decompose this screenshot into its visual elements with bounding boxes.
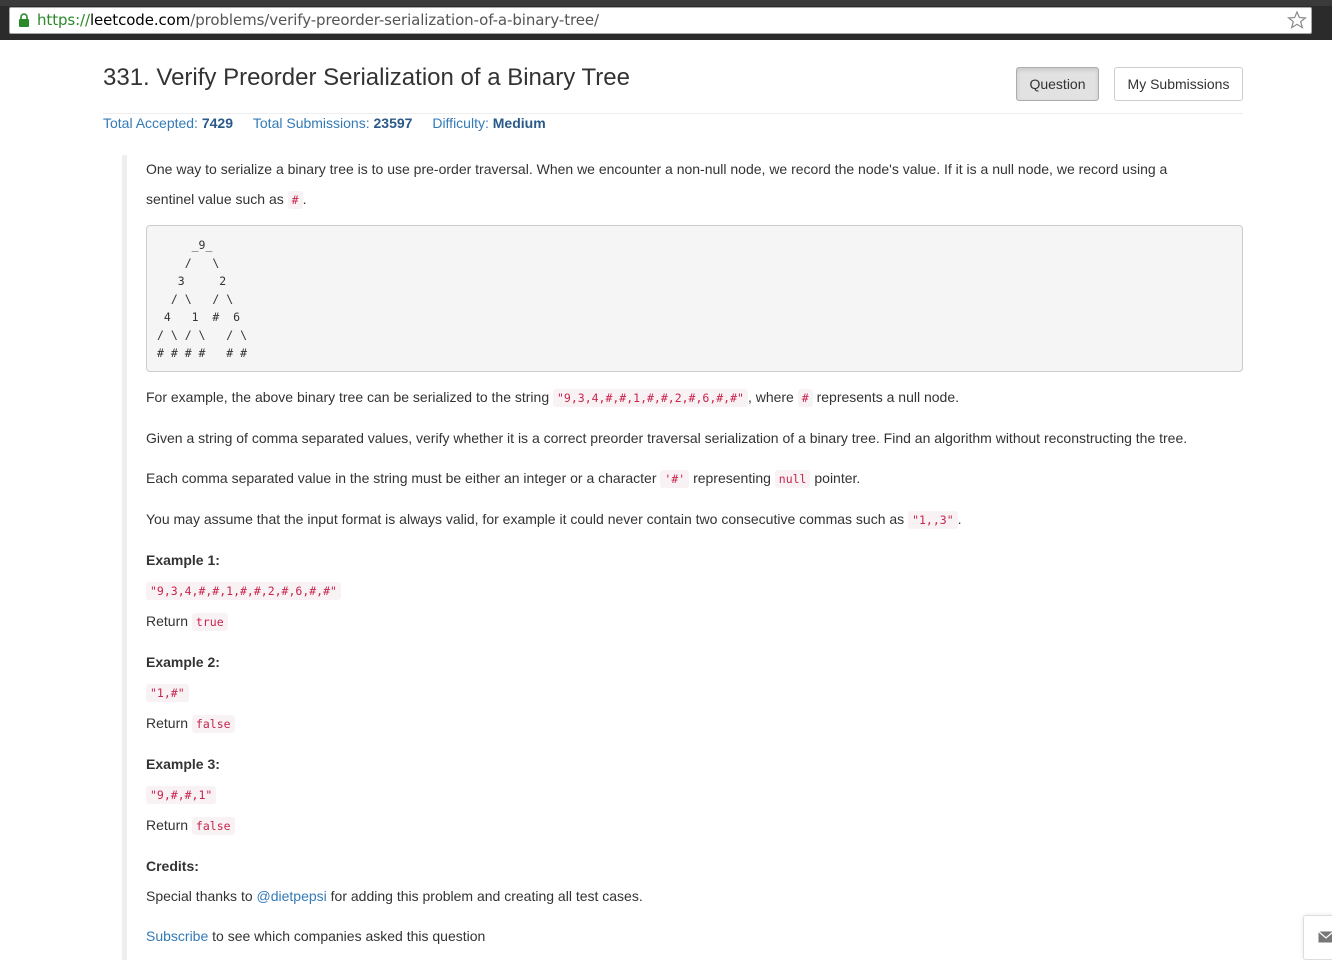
inline-code: "9,3,4,#,#,1,#,#,2,#,6,#,#" <box>553 389 748 407</box>
url-path: /problems/verify-preorder-serialization-… <box>190 11 599 29</box>
credits-post: for adding this problem and creating all… <box>330 888 643 904</box>
return-label: Return <box>146 817 189 833</box>
example-2-return-code: false <box>191 715 235 733</box>
inline-code: null <box>774 470 811 488</box>
example-1-input-code: "9,3,4,#,#,1,#,#,2,#,6,#,#" <box>146 582 341 600</box>
credits-text: Special thanks to @dietpepsi for adding … <box>146 888 643 904</box>
address-bar[interactable]: https://leetcode.com/problems/verify-pre… <box>9 7 1312 34</box>
example-3-input: "9,#,#,1" <box>146 786 217 804</box>
stat-accepted-label: Total Accepted: <box>103 115 198 131</box>
example-3-input-code: "9,#,#,1" <box>146 786 217 804</box>
example-3-heading: Example 3: <box>146 756 220 772</box>
inline-code: "1,,3" <box>908 511 958 529</box>
bookmark-star-icon[interactable] <box>1287 10 1307 30</box>
url-text[interactable]: https://leetcode.com/problems/verify-pre… <box>37 11 599 29</box>
example-paragraph: For example, the above binary tree can b… <box>146 389 960 407</box>
problem-stats: Total Accepted: 7429 Total Submissions: … <box>103 115 562 131</box>
stat-difficulty-label: Difficulty: <box>432 115 489 131</box>
example-text-post: represents a null node. <box>816 389 960 405</box>
inline-code: # <box>797 389 813 407</box>
intro-line-1: One way to serialize a binary tree is to… <box>146 161 1168 177</box>
stat-difficulty-value: Medium <box>492 115 546 131</box>
return-label: Return <box>146 613 189 629</box>
given-paragraph: Given a string of comma separated values… <box>146 430 1188 446</box>
subscribe-text: Subscribe to see which companies asked t… <box>146 928 485 944</box>
author-link[interactable]: @dietpepsi <box>257 888 327 904</box>
browser-toolbar: https://leetcode.com/problems/verify-pre… <box>0 0 1332 40</box>
each-text-mid: representing <box>693 470 771 486</box>
mail-icon <box>1318 931 1332 943</box>
subscribe-desc: to see which companies asked this questi… <box>212 928 486 944</box>
subscribe-link[interactable]: Subscribe <box>146 928 208 944</box>
example-1-input: "9,3,4,#,#,1,#,#,2,#,6,#,#" <box>146 582 341 600</box>
assume-paragraph: You may assume that the input format is … <box>146 511 962 529</box>
stat-submissions: Total Submissions: 23597 <box>253 115 413 131</box>
stat-submissions-value: 23597 <box>373 115 413 131</box>
assume-text-post: . <box>957 511 962 527</box>
example-text-pre: For example, the above binary tree can b… <box>146 389 550 405</box>
example-1-heading: Example 1: <box>146 552 220 568</box>
question-button[interactable]: Question <box>1016 67 1099 101</box>
url-host: leetcode.com <box>89 11 191 29</box>
example-2-input: "1,#" <box>146 684 189 702</box>
example-1-return-code: true <box>191 613 228 631</box>
my-submissions-button[interactable]: My Submissions <box>1114 67 1243 101</box>
inline-code: '#' <box>660 470 690 488</box>
example-3-return-code: false <box>191 817 235 835</box>
each-paragraph: Each comma separated value in the string… <box>146 470 861 488</box>
url-scheme: https:// <box>37 11 90 29</box>
credits-heading: Credits: <box>146 858 199 874</box>
stat-difficulty: Difficulty: Medium <box>432 115 545 131</box>
example-2-input-code: "1,#" <box>146 684 189 702</box>
assume-text-pre: You may assume that the input format is … <box>146 511 905 527</box>
stat-submissions-label: Total Submissions: <box>252 115 370 131</box>
header-divider <box>103 113 1243 114</box>
stat-accepted: Total Accepted: 7429 <box>103 115 233 131</box>
browser-tab-strip <box>0 0 1332 6</box>
inline-code: # <box>287 191 303 209</box>
example-text-mid: , where <box>747 389 794 405</box>
tree-diagram-block: _9_ / \ 3 2 / \ / \ 4 1 # 6 / \ / \ / \ … <box>146 225 1243 372</box>
example-1-return: Return true <box>146 613 228 631</box>
each-text-post: pointer. <box>814 470 861 486</box>
intro-line-2: sentinel value such as #. <box>146 191 307 209</box>
example-3-return: Return false <box>146 817 235 835</box>
tree-ascii-art: _9_ / \ 3 2 / \ / \ 4 1 # 6 / \ / \ / \ … <box>157 238 248 360</box>
page-title: 331. Verify Preorder Serialization of a … <box>103 64 630 91</box>
return-label: Return <box>146 715 189 731</box>
intro-text: sentinel value such as <box>146 191 284 207</box>
example-2-heading: Example 2: <box>146 654 220 670</box>
intro-period: . <box>302 191 307 207</box>
credits-pre: Special thanks to <box>146 888 253 904</box>
feedback-widget[interactable] <box>1303 915 1332 960</box>
example-2-return: Return false <box>146 715 235 733</box>
stat-accepted-value: 7429 <box>201 115 233 131</box>
lock-icon <box>19 13 29 27</box>
question-description: One way to serialize a binary tree is to… <box>122 155 1243 960</box>
each-text-pre: Each comma separated value in the string… <box>146 470 657 486</box>
